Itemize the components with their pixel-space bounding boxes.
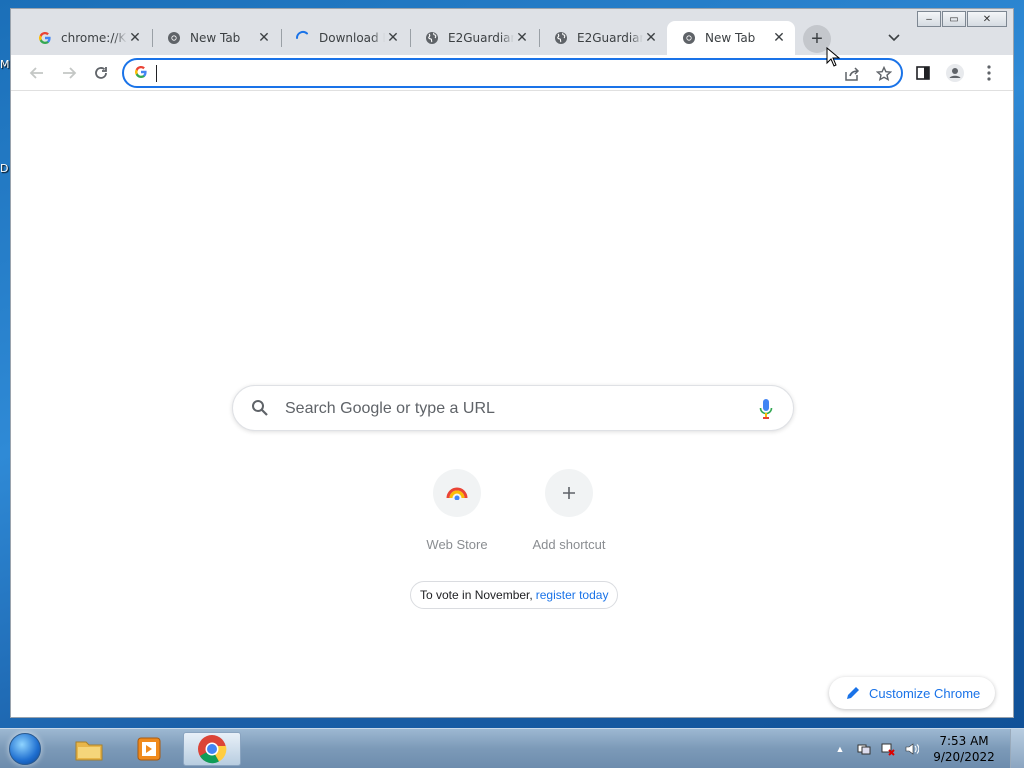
taskbar-chrome[interactable]: [183, 732, 241, 766]
minimize-button[interactable]: –: [917, 11, 941, 27]
tab-e2guardian[interactable]: E2Guardian ✕: [539, 21, 667, 55]
share-icon[interactable]: [842, 64, 862, 84]
tab-label: New Tab: [705, 31, 756, 45]
forward-button[interactable]: [57, 61, 81, 85]
taskbar-media-player[interactable]: [120, 732, 178, 766]
shortcut-tile: [545, 469, 593, 517]
tab-download[interactable]: Download E ✕: [281, 21, 409, 55]
pencil-icon: [847, 687, 859, 699]
plus-icon: [563, 487, 575, 499]
search-icon: [252, 400, 268, 416]
chrome-icon: [166, 30, 182, 46]
desktop-icon-label[interactable]: D: [0, 162, 8, 175]
customize-chrome-button[interactable]: Customize Chrome: [829, 677, 995, 709]
side-panel-icon: [916, 66, 930, 80]
google-g-icon: [37, 30, 53, 46]
chrome-icon: [681, 30, 697, 46]
close-icon[interactable]: ✕: [771, 30, 787, 46]
browser-window: chrome://KI ✕ New Tab ✕ Download E ✕ E2G…: [10, 8, 1014, 718]
shortcut-tile: [433, 469, 481, 517]
back-button[interactable]: [25, 61, 49, 85]
close-icon[interactable]: ✕: [514, 30, 530, 46]
tab-label: Download E: [319, 31, 385, 45]
close-icon[interactable]: ✕: [127, 30, 143, 46]
shortcut-add[interactable]: Add shortcut: [513, 467, 625, 557]
microphone-icon[interactable]: [759, 398, 773, 420]
system-tray: ▲ 7:53 AM 9/20/2022: [828, 729, 1024, 768]
customize-label: Customize Chrome: [869, 685, 981, 701]
tab-label: E2Guardian: [448, 31, 514, 45]
tab-label: chrome://KI: [61, 31, 127, 45]
ntp-search-box[interactable]: [232, 385, 794, 431]
chrome-icon: [198, 735, 227, 764]
action-center-icon[interactable]: [856, 741, 872, 757]
promo-text: To vote in November,: [420, 588, 533, 602]
media-player-icon: [137, 737, 161, 761]
volume-icon[interactable]: [904, 741, 920, 757]
loading-spinner-icon: [295, 30, 311, 46]
reload-icon: [95, 67, 107, 79]
globe-icon: [424, 30, 440, 46]
shortcut-label: Add shortcut: [532, 537, 606, 552]
menu-button[interactable]: [977, 61, 1001, 85]
tab-search-icon[interactable]: [885, 29, 903, 47]
folder-icon: [75, 741, 103, 761]
bookmark-star-icon[interactable]: [874, 64, 894, 84]
windows-logo-icon: [9, 733, 41, 765]
globe-icon: [553, 30, 569, 46]
arrow-right-icon: [63, 67, 77, 79]
close-icon[interactable]: ✕: [385, 30, 401, 46]
web-store-icon: [446, 487, 468, 500]
maximize-button[interactable]: ▭: [942, 11, 966, 27]
taskbar-explorer[interactable]: [60, 732, 118, 766]
close-window-button[interactable]: ✕: [967, 11, 1007, 27]
desktop-icon-label[interactable]: M: [0, 58, 10, 71]
reload-button[interactable]: [89, 61, 113, 85]
tab-new-tab-active[interactable]: New Tab ✕: [667, 21, 795, 55]
tab-chrome-kill[interactable]: chrome://KI ✕: [23, 21, 151, 55]
shortcut-web-store[interactable]: Web Store: [401, 467, 513, 557]
new-tab-page: Web Store Add shortcut To vote in Novemb…: [11, 91, 1013, 717]
text-cursor: [156, 65, 157, 82]
tray-expand-icon[interactable]: ▲: [832, 741, 848, 757]
start-button[interactable]: [4, 731, 46, 767]
clock[interactable]: 7:53 AM 9/20/2022: [924, 733, 1004, 765]
tab-e2guardian[interactable]: E2Guardian ✕: [410, 21, 538, 55]
clock-time: 7:53 AM: [939, 734, 989, 748]
tab-label: New Tab: [190, 31, 241, 45]
ntp-search-input[interactable]: [285, 398, 725, 420]
tab-label: E2Guardian: [577, 31, 643, 45]
more-vert-icon: [987, 65, 991, 81]
arrow-left-icon: [29, 67, 43, 79]
show-desktop-button[interactable]: [1010, 729, 1024, 768]
network-icon[interactable]: [880, 741, 896, 757]
close-icon[interactable]: ✕: [643, 30, 659, 46]
tab-strip: chrome://KI ✕ New Tab ✕ Download E ✕ E2G…: [11, 9, 1013, 55]
close-icon[interactable]: ✕: [256, 30, 272, 46]
browser-toolbar: [11, 55, 1013, 91]
shortcut-label: Web Store: [426, 537, 488, 552]
address-input[interactable]: [156, 63, 836, 83]
avatar-icon: [946, 64, 964, 82]
omnibox[interactable]: [122, 58, 903, 88]
profile-button[interactable]: [943, 61, 967, 85]
mouse-cursor-icon: [826, 47, 840, 67]
ntp-promo: To vote in November, register today: [410, 581, 619, 609]
taskbar: ▲ 7:53 AM 9/20/2022: [0, 728, 1024, 768]
google-g-icon: [134, 65, 148, 82]
tab-new-tab[interactable]: New Tab ✕: [152, 21, 280, 55]
clock-date: 9/20/2022: [933, 750, 995, 764]
promo-link[interactable]: register today: [536, 588, 609, 602]
side-panel-button[interactable]: [911, 61, 935, 85]
